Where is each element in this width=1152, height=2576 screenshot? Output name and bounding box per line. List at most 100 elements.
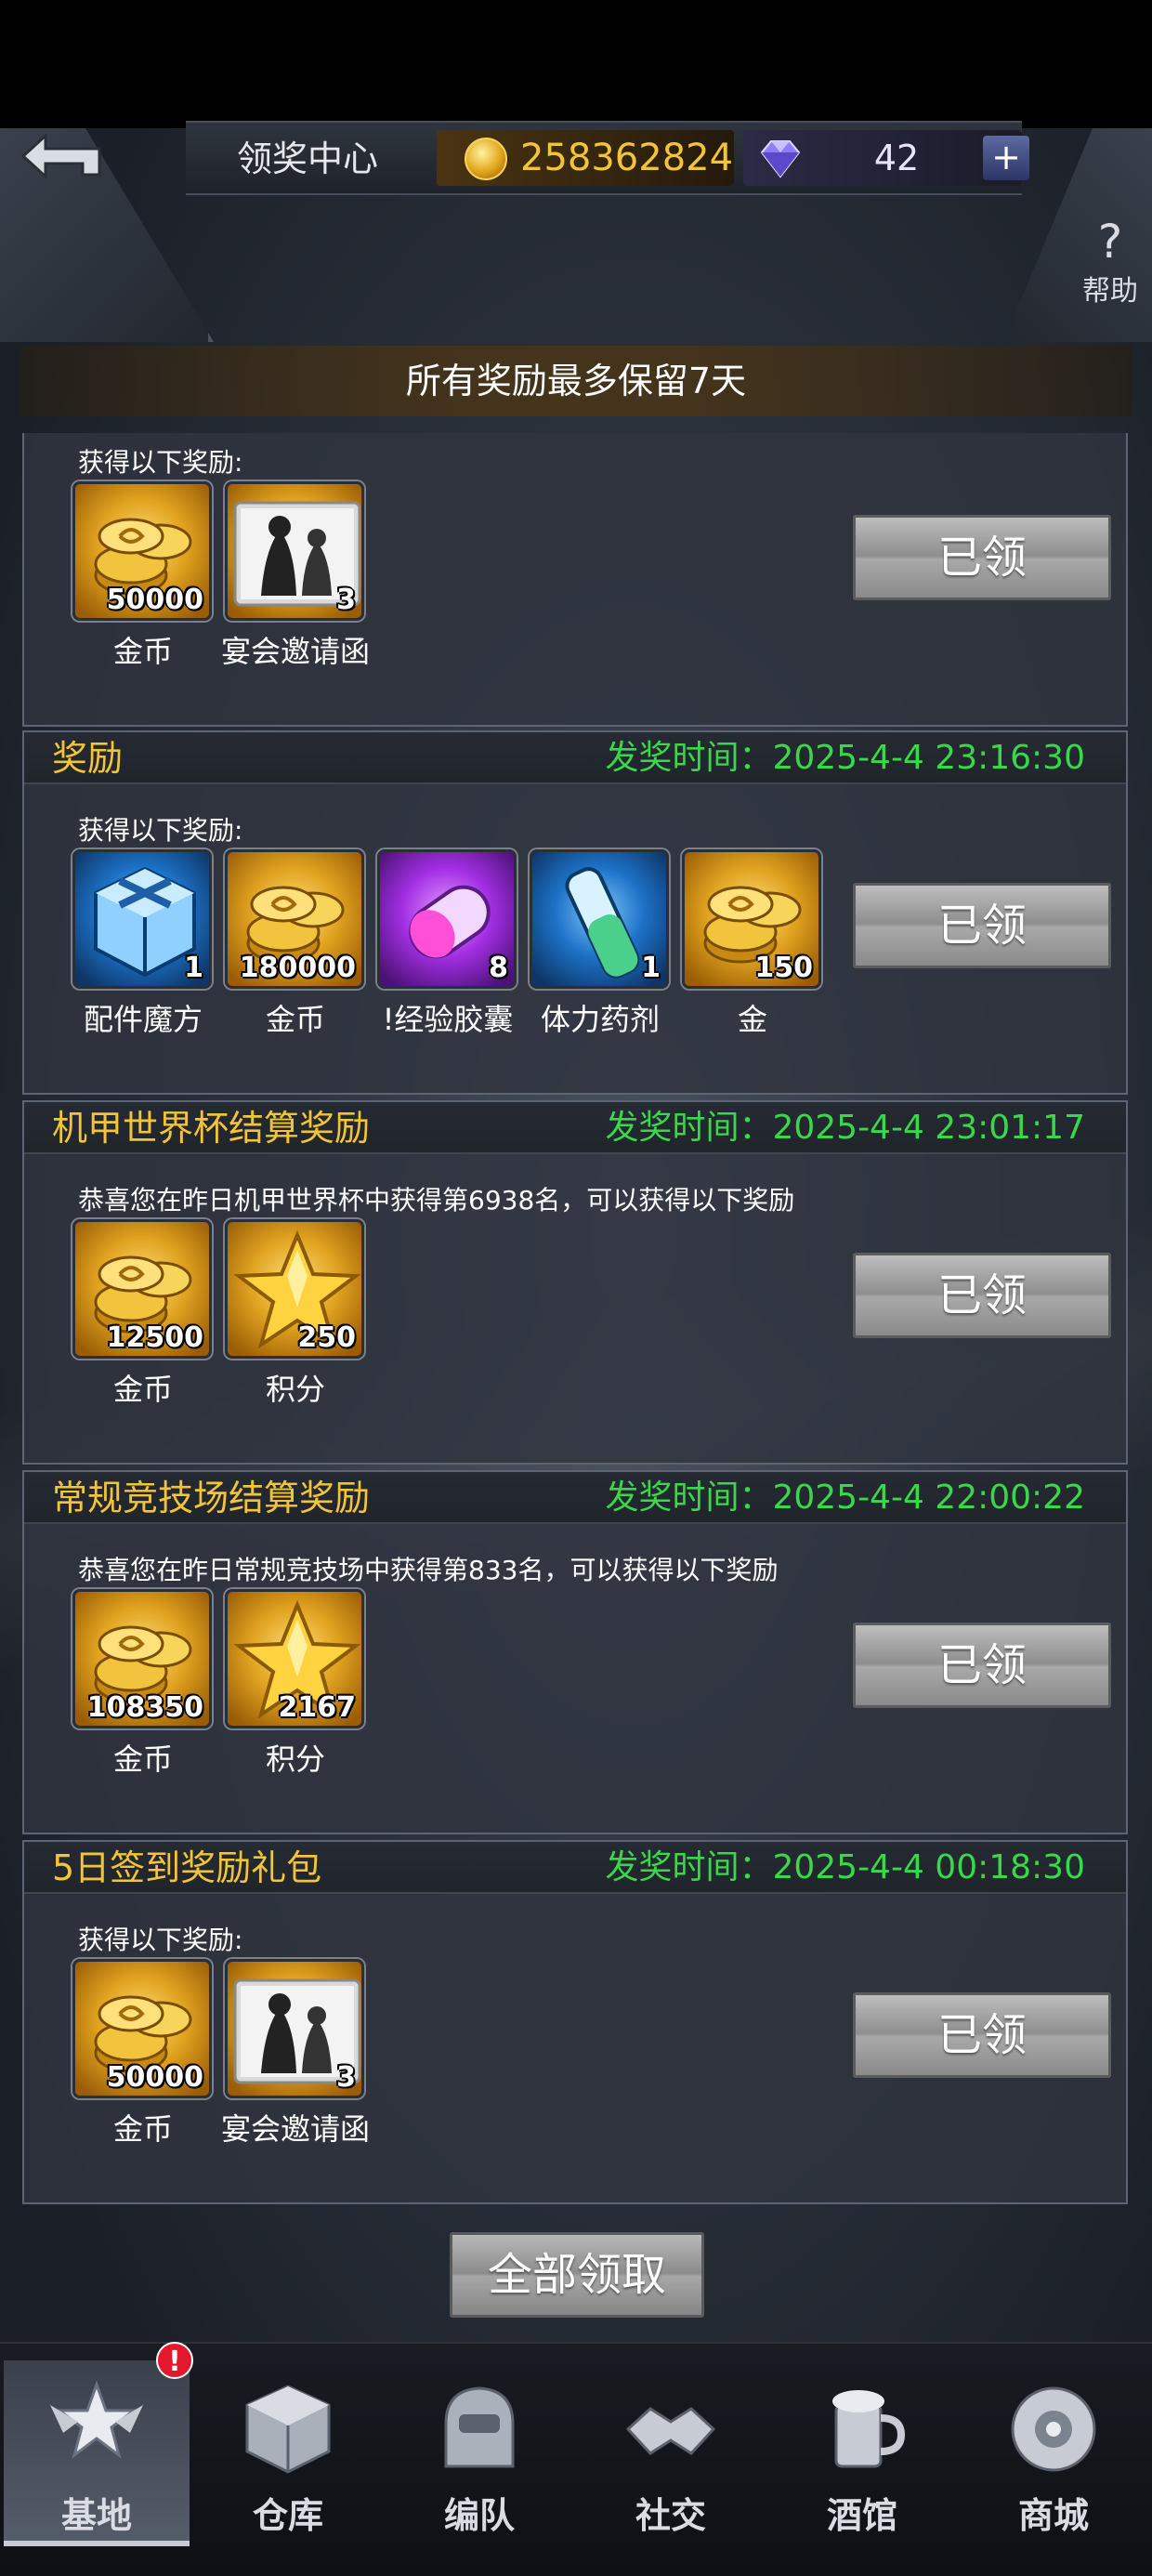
- reward-item[interactable]: 150 金: [682, 849, 823, 1037]
- claimed-button[interactable]: 已领: [853, 515, 1111, 600]
- nav-item-shop[interactable]: 商城: [961, 2360, 1146, 2546]
- exp-capsule-icon: 8: [377, 849, 517, 989]
- item-name: 配件魔方: [83, 1002, 203, 1037]
- coin-icon: [465, 138, 507, 180]
- item-name: 积分: [265, 1741, 325, 1777]
- reward-description: 获得以下奖励:: [78, 1925, 243, 1955]
- reward-card: 5日签到奖励礼包发奖时间：2025-4-5 00:03:56获得以下奖励:500…: [22, 433, 1128, 727]
- reward-title: 常规竞技场结算奖励: [52, 1478, 371, 1518]
- item-count: 2167: [278, 1691, 357, 1724]
- gold-coins-icon: 108350: [72, 1589, 212, 1728]
- item-name: 宴会邀请函: [220, 2111, 370, 2147]
- item-count: 50000: [106, 584, 203, 616]
- item-name: !经验胶囊: [382, 1002, 514, 1037]
- diamond-icon: [760, 140, 801, 178]
- party-invitation-icon: 3: [225, 1959, 364, 2098]
- points-star-icon: 250: [225, 1219, 364, 1359]
- status-bar: [0, 0, 1152, 128]
- claimed-button[interactable]: 已领: [853, 1992, 1111, 2078]
- item-count: 3: [336, 2061, 356, 2094]
- social-icon: [625, 2407, 716, 2455]
- reward-card: 机甲世界杯结算奖励 发奖时间：2025-4-4 23:01:17 恭喜您在昨日机甲世…: [22, 1100, 1128, 1465]
- gold-coins-icon: 180000: [225, 849, 364, 989]
- nav-item-warehouse[interactable]: 仓库: [195, 2360, 381, 2546]
- reward-item[interactable]: 2167 积分: [225, 1589, 366, 1777]
- item-name: 积分: [265, 1372, 325, 1407]
- points-star-icon: 2167: [225, 1589, 364, 1728]
- nav-label: 酒馆: [826, 2494, 897, 2536]
- nav-label: 商城: [1017, 2494, 1089, 2536]
- reward-time: 发奖时间：2025-4-4 22:00:22: [605, 1479, 1085, 1517]
- nav-item-base[interactable]: 基地: [4, 2360, 190, 2546]
- gold-coins-icon: 50000: [72, 1959, 212, 2098]
- item-name: 金币: [265, 1002, 325, 1037]
- reward-list[interactable]: 5日签到奖励礼包发奖时间：2025-4-5 00:03:56获得以下奖励:500…: [22, 433, 1128, 2212]
- reward-title: 5日签到奖励礼包: [52, 1847, 322, 1888]
- item-name: 体力药剂: [540, 1002, 660, 1037]
- nav-label: 基地: [60, 2494, 132, 2536]
- reward-item[interactable]: 1 配件魔方: [72, 849, 214, 1037]
- shop-icon: [1011, 2386, 1096, 2472]
- nav-label: 社交: [635, 2494, 706, 2536]
- item-name: 金币: [112, 634, 173, 669]
- reward-title: 机甲世界杯结算奖励: [52, 1108, 371, 1149]
- item-name: 金币: [112, 1741, 173, 1777]
- add-gems-button[interactable]: +: [983, 136, 1029, 180]
- item-count: 250: [297, 1321, 356, 1354]
- reward-card: 常规竞技场结算奖励 发奖时间：2025-4-4 22:00:22 恭喜您在昨日常规竞…: [22, 1470, 1128, 1834]
- back-arrow-icon: [20, 132, 101, 180]
- claim-all-button[interactable]: 全部领取: [450, 2232, 704, 2318]
- reward-item[interactable]: 50000 金币: [72, 481, 214, 669]
- reward-item[interactable]: 3 宴会邀请函: [221, 481, 370, 669]
- gold-coins-icon: 150: [682, 849, 821, 989]
- reward-card: 奖励 发奖时间：2025-4-4 23:16:30 获得以下奖励: 1 配件魔方 1800…: [22, 730, 1128, 1095]
- nav-alert-badge: !: [156, 2342, 193, 2379]
- reward-item[interactable]: 3 宴会邀请函: [221, 1959, 370, 2147]
- nav-item-tavern[interactable]: 酒馆: [769, 2360, 955, 2546]
- item-count: 108350: [86, 1691, 203, 1724]
- reward-item[interactable]: 108350 金币: [72, 1589, 214, 1777]
- reward-item[interactable]: 50000 金币: [72, 1959, 214, 2147]
- tavern-icon: [832, 2390, 906, 2468]
- reward-time: 发奖时间：2025-4-4 23:16:30: [605, 739, 1085, 777]
- reward-description: 恭喜您在昨日常规竞技场中获得第833名，可以获得以下奖励: [78, 1555, 779, 1585]
- gold-coins-icon: 50000: [72, 481, 212, 621]
- reward-item[interactable]: 180000 金币: [225, 849, 366, 1037]
- back-button[interactable]: [13, 119, 115, 203]
- reward-item[interactable]: 250 积分: [225, 1219, 366, 1407]
- nav-item-social[interactable]: 社交: [578, 2360, 764, 2546]
- item-count: 50000: [106, 2061, 203, 2094]
- item-name: 宴会邀请函: [220, 634, 370, 669]
- reward-item[interactable]: 12500 金币: [72, 1219, 214, 1407]
- nav-label: 仓库: [252, 2494, 323, 2536]
- base-icon: [50, 2380, 143, 2459]
- question-icon: ?: [1097, 215, 1123, 269]
- reward-item[interactable]: 8 !经验胶囊: [377, 849, 518, 1037]
- reward-card: 5日签到奖励礼包 发奖时间：2025-4-4 00:18:30 获得以下奖励: 500…: [22, 1840, 1128, 2204]
- item-count: 1: [184, 952, 203, 984]
- item-name: 金: [737, 1002, 767, 1037]
- claimed-button[interactable]: 已领: [853, 1253, 1111, 1338]
- gold-coins-icon: 12500: [72, 1219, 212, 1359]
- reward-title: 奖励: [52, 738, 124, 779]
- claimed-button[interactable]: 已领: [853, 1623, 1111, 1708]
- reward-time: 发奖时间：2025-4-4 00:18:30: [605, 1848, 1085, 1886]
- help-button[interactable]: ? 帮助: [1068, 216, 1152, 327]
- item-count: 8: [489, 952, 508, 984]
- item-count: 150: [754, 952, 813, 984]
- reward-item[interactable]: 1 体力药剂: [530, 849, 671, 1037]
- page-title: 领奖中心: [237, 138, 379, 179]
- reward-time: 发奖时间：2025-4-4 23:01:17: [605, 1109, 1085, 1147]
- reward-description: 获得以下奖励:: [78, 815, 243, 846]
- notice-banner: 所有奖励最多保留7天: [20, 346, 1132, 416]
- nav-label: 编队: [443, 2494, 515, 2536]
- party-invitation-icon: 3: [225, 481, 364, 621]
- formation-icon: [444, 2386, 515, 2468]
- item-name: 金币: [112, 2111, 173, 2147]
- stamina-potion-icon: 1: [530, 849, 669, 989]
- gem-value: 42: [873, 138, 920, 178]
- claimed-button[interactable]: 已领: [853, 883, 1111, 968]
- parts-cube-icon: 1: [72, 849, 212, 989]
- nav-item-formation[interactable]: 编队: [386, 2360, 572, 2546]
- coin-value: 258362824: [520, 137, 734, 179]
